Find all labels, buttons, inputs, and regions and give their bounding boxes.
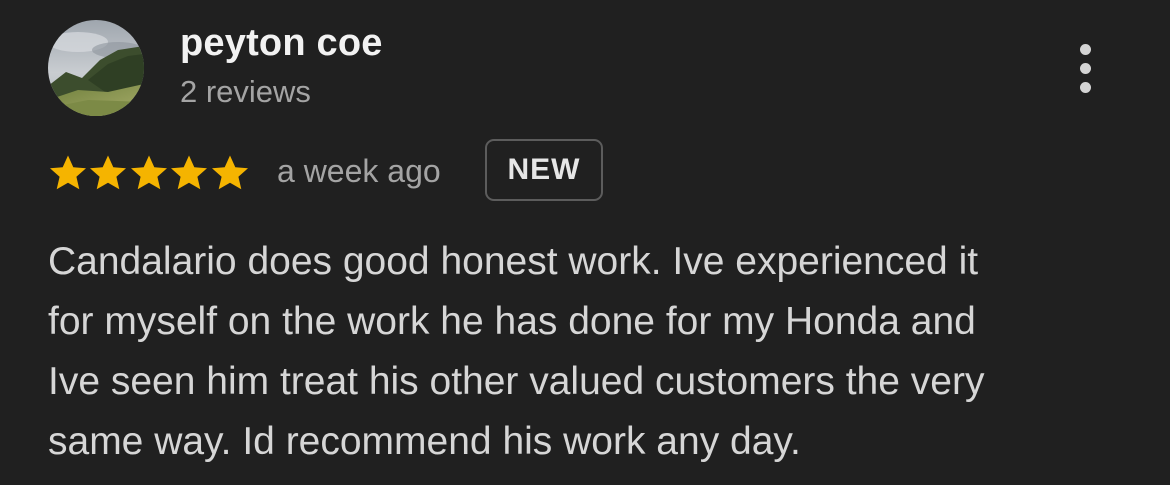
- avatar-image: [48, 20, 144, 116]
- more-vertical-icon: [1080, 82, 1091, 93]
- star-icon: [88, 153, 128, 193]
- review-text-line: Ive seen him treat his other valued cust…: [48, 360, 985, 403]
- star-icon: [129, 153, 169, 193]
- review-text-line: same way. Id recommend his work any day.: [48, 420, 801, 463]
- star-icon: [210, 153, 250, 193]
- star-rating: [48, 150, 250, 196]
- star-icon: [169, 153, 209, 193]
- author-name[interactable]: peyton coe: [180, 22, 383, 65]
- review-text-line: for myself on the work he has done for m…: [48, 300, 976, 343]
- more-vertical-icon: [1080, 44, 1091, 55]
- avatar[interactable]: [48, 20, 144, 116]
- more-options-button[interactable]: [1064, 36, 1108, 100]
- more-vertical-icon: [1080, 63, 1091, 74]
- new-badge: NEW: [485, 139, 603, 201]
- author-reviews-count[interactable]: 2 reviews: [180, 74, 311, 110]
- review-text: Candalario does good honest work. Ive ex…: [48, 232, 1128, 472]
- review-text-line: Candalario does good honest work. Ive ex…: [48, 240, 979, 283]
- star-icon: [48, 153, 88, 193]
- review-time: a week ago: [277, 153, 441, 189]
